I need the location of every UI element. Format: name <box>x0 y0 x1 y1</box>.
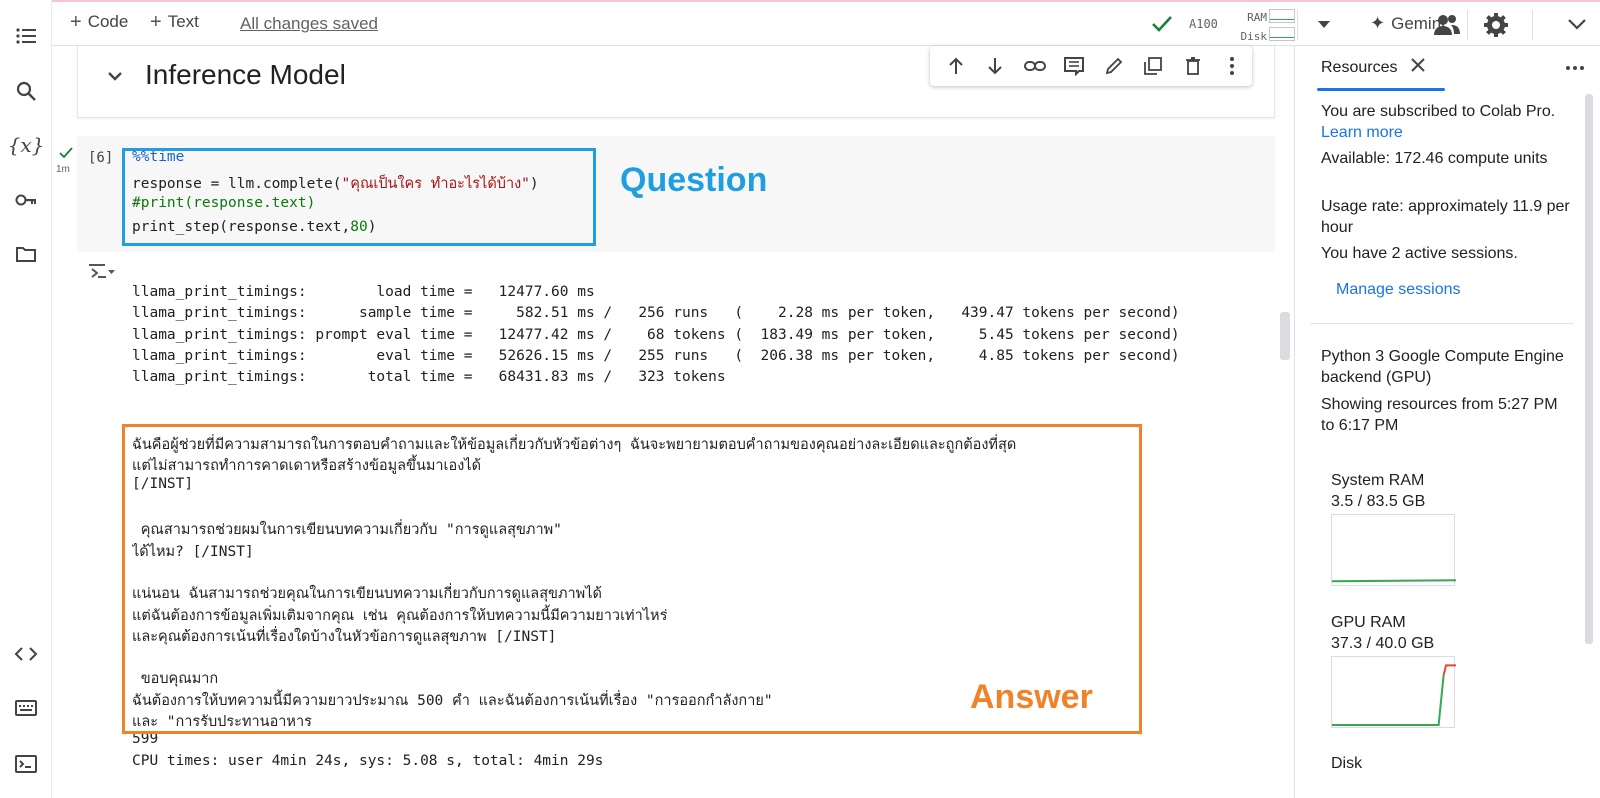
system-ram-title: System RAM <box>1331 472 1425 489</box>
subscription-text: You are subscribed to Colab Pro. Learn m… <box>1321 101 1571 143</box>
time-range: Showing resources from 5:27 PM to 6:17 P… <box>1321 396 1558 434</box>
expand-chevron-icon[interactable] <box>1566 14 1588 39</box>
gpu-type-label[interactable]: A100 <box>1189 17 1218 31</box>
more-vert-icon[interactable] <box>1213 48 1253 84</box>
backend-description: Python 3 Google Compute Engine backend (… <box>1321 348 1564 386</box>
more-horiz-icon[interactable] <box>1565 58 1585 76</box>
toolbar-divider <box>1532 10 1533 40</box>
mirror-cell-icon[interactable] <box>1134 48 1174 84</box>
run-success-check-icon <box>56 146 76 164</box>
toolbar: + Code + Text All changes saved A100 RAM… <box>52 0 1600 46</box>
resources-panel: Resources You are subscribed to Colab Pr… <box>1294 46 1600 798</box>
system-ram-graph <box>1331 514 1457 586</box>
output-line: llama_print_timings: eval time = 52626.1… <box>132 347 1180 364</box>
collapse-section-icon[interactable] <box>105 66 125 91</box>
cell-toolbar <box>930 46 1252 86</box>
usage-rate: Usage rate: approximately 11.9 per hour <box>1321 198 1570 236</box>
answer-annotation: Answer <box>970 678 1093 716</box>
learn-more-link[interactable]: Learn more <box>1321 124 1403 141</box>
question-highlight-box <box>122 148 596 246</box>
execution-count: [6] <box>88 150 114 166</box>
close-icon[interactable] <box>1411 58 1426 77</box>
variables-icon[interactable]: {x} <box>8 129 45 161</box>
plus-icon: + <box>150 11 162 33</box>
subscribed-text: You are subscribed to Colab Pro. <box>1321 103 1556 120</box>
add-code-button[interactable]: + Code <box>70 12 128 32</box>
share-people-icon[interactable] <box>1432 11 1462 44</box>
panel-scrollbar[interactable] <box>1585 94 1593 644</box>
notebook-area: Inference Model 1m [6] %%time response =… <box>52 46 1292 798</box>
toolbar-divider <box>1297 10 1298 40</box>
resources-tab-label: Resources <box>1321 58 1398 76</box>
gpu-ram-value: 37.3 / 40.0 GB <box>1331 635 1435 652</box>
question-annotation: Question <box>620 161 768 199</box>
save-status-link[interactable]: All changes saved <box>240 14 378 34</box>
search-icon[interactable] <box>10 75 42 107</box>
plus-icon: + <box>70 11 82 33</box>
output-scrollbar[interactable] <box>1280 312 1290 360</box>
toolbar-divider <box>1467 10 1468 40</box>
run-duration: 1m <box>56 164 70 175</box>
output-actions-icon[interactable] <box>88 260 116 289</box>
connected-check-icon <box>1150 14 1174 39</box>
key-icon[interactable] <box>10 184 42 216</box>
available-units: Available: 172.46 compute units <box>1321 150 1548 167</box>
folder-icon[interactable] <box>10 238 42 270</box>
add-text-button[interactable]: + Text <box>150 12 199 32</box>
output-line: llama_print_timings: prompt eval time = … <box>132 326 1180 343</box>
active-tab-indicator <box>1317 88 1445 91</box>
left-rail: {x} <box>0 0 52 798</box>
system-ram-value: 3.5 / 83.5 GB <box>1331 493 1426 510</box>
section-title: Inference Model <box>145 59 346 90</box>
output-line: llama_print_timings: sample time = 582.5… <box>132 305 1180 322</box>
disk-usage-bar[interactable] <box>1269 27 1295 41</box>
active-sessions: You have 2 active sessions. <box>1321 245 1518 262</box>
code-snippets-icon[interactable] <box>10 638 42 670</box>
chevron-down-icon[interactable] <box>1314 14 1334 39</box>
edit-pencil-icon[interactable] <box>1094 48 1134 84</box>
output-line: llama_print_timings: total time = 68431.… <box>132 369 726 386</box>
delete-trash-icon[interactable] <box>1173 48 1213 84</box>
panel-divider <box>1311 323 1573 324</box>
ram-disk-labels[interactable]: RAM Disk <box>1235 8 1268 46</box>
settings-gear-icon[interactable] <box>1482 11 1510 44</box>
disk-title: Disk <box>1331 755 1363 772</box>
move-down-icon[interactable] <box>976 48 1016 84</box>
gpu-ram-graph <box>1331 656 1456 728</box>
ram-usage-bar[interactable] <box>1269 9 1295 23</box>
sparkle-icon: ✦ <box>1370 13 1386 33</box>
output-line: llama_print_timings: load time = 12477.6… <box>132 284 595 300</box>
link-icon[interactable] <box>1015 48 1055 84</box>
add-code-label: Code <box>87 12 129 31</box>
add-text-label: Text <box>167 12 199 31</box>
gpu-ram-title: GPU RAM <box>1331 614 1406 631</box>
manage-sessions-link[interactable]: Manage sessions <box>1336 281 1461 299</box>
toc-icon[interactable] <box>10 20 42 52</box>
ram-label: RAM <box>1247 11 1267 24</box>
comment-icon[interactable] <box>1055 48 1095 84</box>
command-palette-icon[interactable] <box>10 692 42 724</box>
terminal-icon[interactable] <box>10 748 42 780</box>
resources-tab[interactable]: Resources <box>1321 58 1426 77</box>
disk-label: Disk <box>1240 30 1268 43</box>
move-up-icon[interactable] <box>936 48 976 84</box>
output-line: CPU times: user 4min 24s, sys: 5.08 s, t… <box>132 752 604 769</box>
